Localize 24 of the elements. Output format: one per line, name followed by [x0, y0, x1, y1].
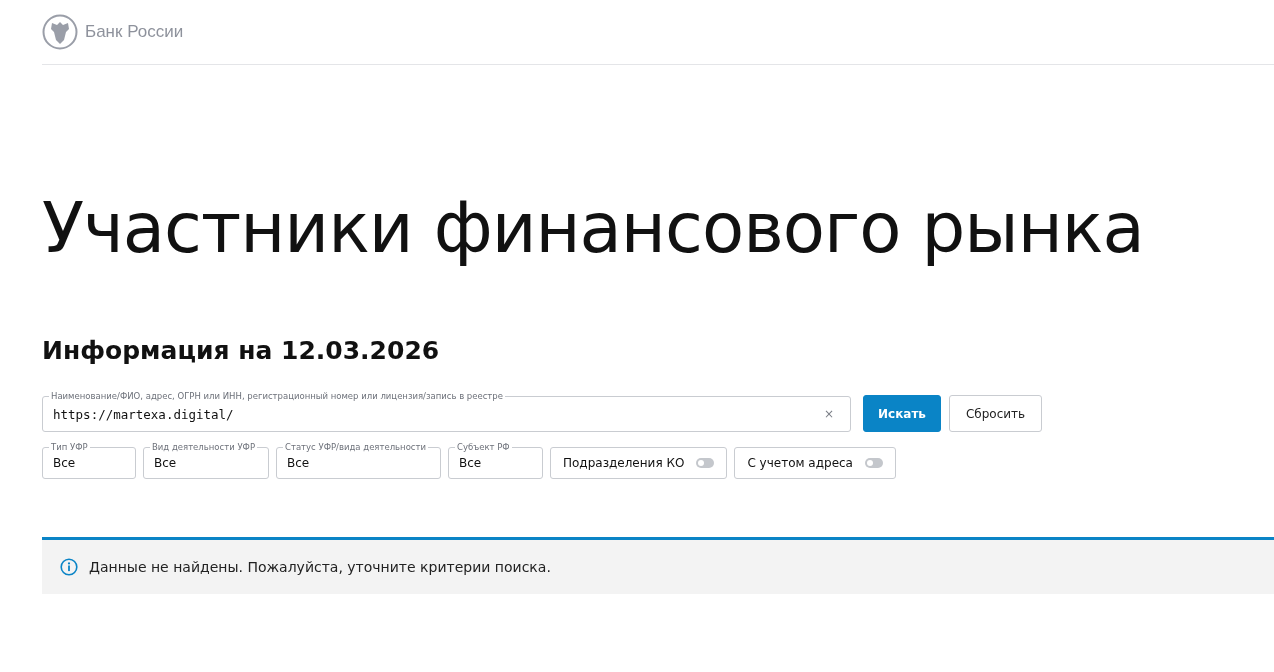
field-label: Тип УФР — [50, 442, 89, 452]
filter-select[interactable]: Вид деятельности УФР Все — [143, 442, 269, 479]
info-date: Информация на 12.03.2026 — [42, 335, 441, 367]
search-field[interactable]: Наименование/ФИО, адрес, ОГРН или ИНН, регистрационный номер или лицензия/запись в реестре https://martexa.digital/ × — [42, 391, 851, 432]
filter-select[interactable]: Статус УФР/вида деятельности Все — [276, 442, 441, 479]
filter-select[interactable]: Субъект РФ Все — [448, 442, 543, 479]
field-label: Вид деятельности УФР — [151, 442, 256, 452]
toggle-label: С учетом адреса — [747, 456, 853, 470]
toggle-control[interactable]: Подразделения КО — [550, 447, 728, 479]
field-label: Субъект РФ — [456, 442, 511, 452]
field-label: Статус УФР/вида деятельности — [284, 442, 427, 452]
info-icon — [60, 558, 78, 576]
reset-button[interactable]: Сбросить — [949, 395, 1042, 432]
clear-icon[interactable]: × — [823, 407, 834, 421]
page-title: Участники финансового рынка — [42, 187, 1145, 270]
toggle-control[interactable]: С учетом адреса — [734, 447, 896, 479]
toggle-switch[interactable] — [696, 458, 715, 468]
info-message: Данные не найдены. Пожалуйста, уточните критерии поиска. — [89, 559, 551, 575]
filter-select[interactable]: Тип УФР Все — [42, 442, 136, 479]
field-label: Наименование/ФИО, адрес, ОГРН или ИНН, регистрационный номер или лицензия/запись в реестре — [50, 391, 504, 401]
toggle-label: Подразделения КО — [563, 456, 685, 470]
search-button[interactable]: Искать — [863, 395, 941, 432]
emblem-icon — [42, 13, 78, 50]
toggle-switch[interactable] — [864, 458, 883, 468]
